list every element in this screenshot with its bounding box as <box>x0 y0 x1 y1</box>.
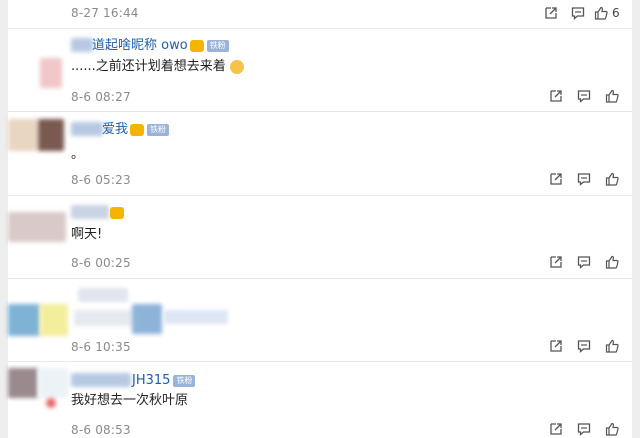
emoji-icon <box>229 59 244 74</box>
fan-badge: 铁粉 <box>206 39 229 52</box>
comment-time: 8-6 00:25 <box>71 256 131 270</box>
avatar[interactable] <box>40 58 62 88</box>
link-blur <box>164 310 228 324</box>
comment-time: 8-27 16:44 <box>71 6 139 20</box>
comment-time: 8-6 10:35 <box>71 340 131 354</box>
share-icon[interactable] <box>549 422 563 436</box>
fan-badge: 铁粉 <box>173 374 196 387</box>
name-blur <box>71 373 131 387</box>
comment-text: 。 <box>71 147 85 162</box>
like-icon[interactable] <box>594 6 608 20</box>
comment-icon[interactable] <box>577 339 591 353</box>
share-icon[interactable] <box>549 255 563 269</box>
crown-icon <box>130 123 145 136</box>
comment-author[interactable] <box>108 205 124 221</box>
divider <box>8 111 632 112</box>
like-icon[interactable] <box>605 89 619 103</box>
avatar[interactable] <box>8 368 38 398</box>
divider <box>8 28 632 29</box>
name-blur <box>71 205 109 219</box>
crown-icon <box>189 39 204 52</box>
avatar[interactable] <box>8 304 40 336</box>
image-blur <box>132 304 162 334</box>
share-icon[interactable] <box>544 6 558 20</box>
name-blur <box>71 38 93 52</box>
name-blur <box>71 122 103 136</box>
comment-time: 8-6 08:27 <box>71 90 131 104</box>
comment-text: 啊天! <box>71 227 103 242</box>
comment-text: 我好想去一次秋叶原 <box>71 393 189 408</box>
comment-author[interactable]: 道起啥昵称 owo 铁粉 <box>92 38 229 54</box>
comment-author[interactable]: JH315 铁粉 <box>132 373 196 389</box>
fan-badge: 铁粉 <box>147 123 170 136</box>
comment-time: 8-6 08:53 <box>71 423 131 437</box>
like-icon[interactable] <box>605 255 619 269</box>
like-icon[interactable] <box>605 339 619 353</box>
avatar[interactable] <box>8 119 38 151</box>
avatar[interactable] <box>8 212 66 242</box>
comment-author[interactable]: 爱我 铁粉 <box>102 122 170 138</box>
comment-icon[interactable] <box>571 6 585 20</box>
share-icon[interactable] <box>549 89 563 103</box>
like-icon[interactable] <box>605 172 619 186</box>
avatar-dot <box>46 398 56 408</box>
divider <box>8 278 632 279</box>
text-blur <box>74 310 134 326</box>
avatar-edge <box>38 119 64 151</box>
avatar-edge <box>38 368 68 398</box>
divider <box>8 195 632 196</box>
comment-list: 8-27 16:44 6 道起啥昵称 owo 铁粉 ......之前还计划着想去来… <box>8 0 632 438</box>
share-icon[interactable] <box>549 172 563 186</box>
comment-icon[interactable] <box>577 89 591 103</box>
comment-text: ......之前还计划着想去来着 <box>71 58 244 76</box>
comment-time: 8-6 05:23 <box>71 173 131 187</box>
share-icon[interactable] <box>549 339 563 353</box>
comment-icon[interactable] <box>577 422 591 436</box>
comment-icon[interactable] <box>577 172 591 186</box>
like-icon[interactable] <box>605 422 619 436</box>
divider <box>8 361 632 362</box>
name-blur <box>78 288 128 302</box>
comment-icon[interactable] <box>577 255 591 269</box>
crown-icon <box>110 206 124 219</box>
like-count: 6 <box>612 6 620 20</box>
avatar-edge <box>40 304 68 336</box>
